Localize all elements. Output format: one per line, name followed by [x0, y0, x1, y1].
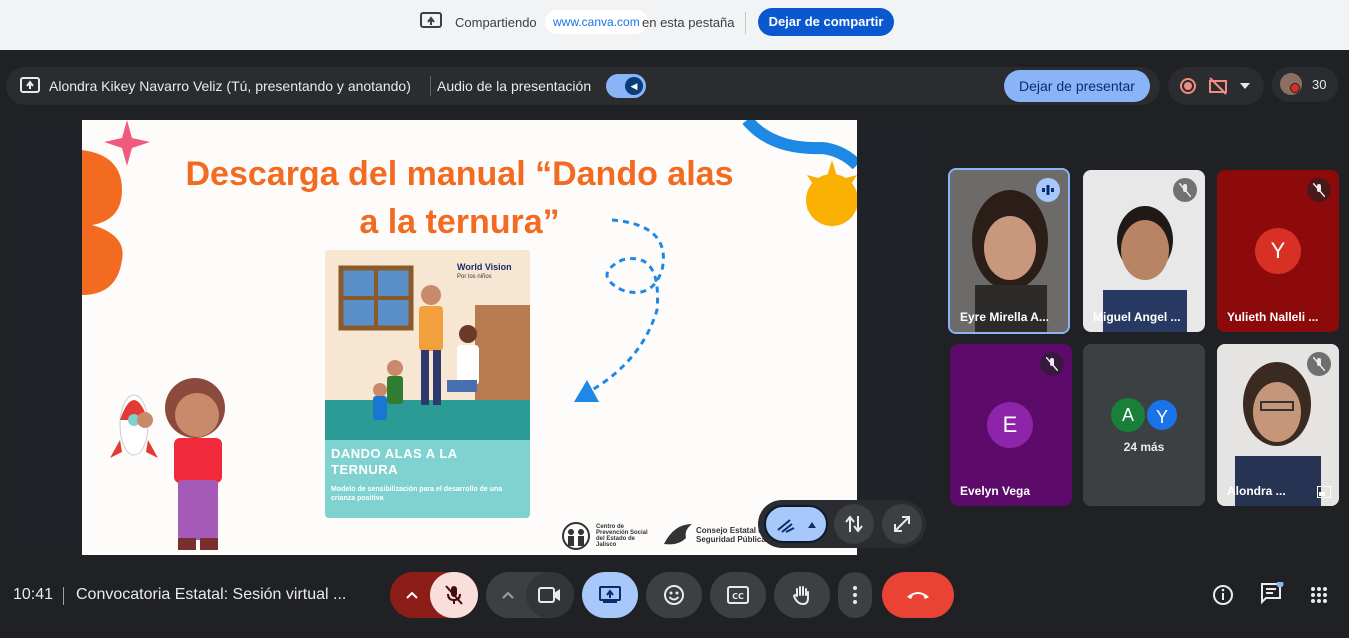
chevron-up-icon[interactable] — [501, 590, 515, 600]
captions-button[interactable]: CC — [710, 572, 766, 618]
shared-slide: Descarga del manual “Dando alas a la ter… — [82, 120, 857, 555]
participant-name: Miguel Angel ... — [1093, 310, 1181, 324]
divider — [430, 76, 431, 96]
slide-title: Descarga del manual “Dando alas a la ter… — [185, 155, 734, 241]
participant-tile[interactable]: Eyre Mirella A... — [948, 168, 1070, 334]
raise-hand-button[interactable] — [774, 572, 830, 618]
swap-vertical-icon — [845, 515, 863, 533]
participant-count: 30 — [1312, 77, 1327, 92]
cps-logo-text: Centro de Prevención Social del Estado d… — [596, 524, 648, 548]
camera-button[interactable] — [526, 572, 574, 618]
speaking-indicator-icon — [1036, 178, 1060, 202]
fullscreen-button[interactable] — [882, 504, 922, 544]
apps-grid-icon[interactable] — [1310, 586, 1328, 604]
shared-domain: www.canva.com — [545, 10, 648, 34]
volume-icon: ◀ — [625, 77, 643, 95]
muted-mic-icon — [1173, 178, 1197, 202]
sharing-suffix: en esta pestaña — [642, 15, 735, 30]
clock: 10:41 — [13, 586, 54, 603]
avatar: E — [987, 402, 1033, 448]
participant-name: Alondra ... — [1227, 484, 1286, 498]
share-bar: Compartiendo www.canva.com en esta pesta… — [0, 0, 1349, 50]
closed-captions-icon: CC — [727, 586, 749, 604]
participant-tile[interactable]: Alondra ... — [1217, 344, 1339, 506]
stop-presenting-button[interactable]: Dejar de presentar — [1004, 70, 1150, 102]
cover-title: DANDO ALAS A LA TERNURA — [331, 446, 458, 477]
participant-name: Eyre Mirella A... — [960, 310, 1049, 324]
dove-logo-icon — [664, 524, 692, 545]
emoji-icon — [664, 585, 684, 605]
participants-button[interactable]: 30 — [1272, 67, 1338, 102]
presentation-audio-toggle[interactable]: ◀ — [606, 74, 646, 98]
self-view-icon[interactable] — [1317, 486, 1331, 498]
reactions-button[interactable] — [646, 572, 702, 618]
videocam-icon — [538, 587, 560, 603]
participant-tile[interactable]: E Evelyn Vega — [950, 344, 1072, 506]
present-to-all-icon — [420, 12, 442, 28]
divider — [63, 587, 64, 605]
participant-name: Yulieth Nalleli ... — [1227, 310, 1319, 324]
info-icon[interactable] — [1212, 584, 1234, 606]
stop-sharing-button[interactable]: Dejar de compartir — [758, 8, 894, 36]
more-count: 24 más — [1123, 440, 1165, 454]
expand-icon — [894, 516, 910, 532]
participant-tile[interactable]: Y Yulieth Nalleli ... — [1217, 170, 1339, 332]
cover-subtitle: Modelo de sensibilización para el desarr… — [331, 486, 503, 502]
meeting-title: Convocatoria Estatal: Sesión virtual ... — [76, 586, 347, 603]
muted-mic-icon — [1307, 178, 1331, 202]
leave-call-button[interactable] — [882, 572, 954, 618]
avatar: Y — [1255, 228, 1301, 274]
more-options-button[interactable] — [838, 572, 872, 618]
avatar: Y — [1145, 398, 1179, 432]
muted-mic-icon — [1040, 352, 1064, 376]
world-vision-logo: World Vision — [457, 262, 512, 272]
presenting-bar: Alondra Kikey Navarro Veliz (Tú, present… — [6, 67, 1160, 105]
participant-name: Evelyn Vega — [960, 484, 1031, 498]
presentation-stage: Descarga del manual “Dando alas a la ter… — [6, 120, 934, 555]
no-camera-icon[interactable] — [1208, 76, 1228, 96]
participant-tile[interactable]: Miguel Angel ... — [1083, 170, 1205, 332]
more-vert-icon — [853, 586, 857, 604]
annotate-button[interactable] — [764, 505, 828, 543]
divider — [745, 12, 746, 34]
hand-icon — [792, 586, 809, 606]
svg-text:CC: CC — [732, 592, 744, 601]
sharing-label: Compartiendo — [455, 15, 537, 30]
call-end-icon — [907, 592, 929, 599]
present-button[interactable] — [582, 572, 638, 618]
present-to-all-icon — [599, 586, 621, 603]
mic-off-icon — [445, 585, 463, 605]
record-icon[interactable] — [1180, 78, 1196, 94]
microphone-button[interactable] — [430, 572, 478, 618]
family-logo-icon — [562, 522, 590, 550]
pen-icon — [777, 519, 816, 533]
audio-bars-icon — [1042, 185, 1054, 195]
cover-illustration — [325, 250, 530, 440]
avatar — [1290, 83, 1300, 93]
recording-controls[interactable] — [1168, 67, 1264, 105]
avatar: A — [1111, 398, 1145, 432]
brand-tagline: Por los niños — [457, 274, 492, 280]
annotation-controls — [758, 500, 926, 548]
chevron-down-icon[interactable] — [1240, 83, 1250, 89]
present-to-all-icon — [20, 77, 40, 93]
presentation-audio-label: Audio de la presentación — [437, 78, 592, 94]
presenter-name: Alondra Kikey Navarro Veliz (Tú, present… — [49, 78, 411, 94]
manual-cover: World Vision Por los niños DANDO ALAS A … — [325, 250, 530, 518]
chevron-up-icon[interactable] — [405, 590, 419, 600]
more-participants-tile[interactable]: A Y 24 más — [1083, 344, 1205, 506]
swap-button[interactable] — [834, 504, 874, 544]
muted-mic-icon — [1307, 352, 1331, 376]
chat-icon[interactable] — [1260, 582, 1284, 606]
